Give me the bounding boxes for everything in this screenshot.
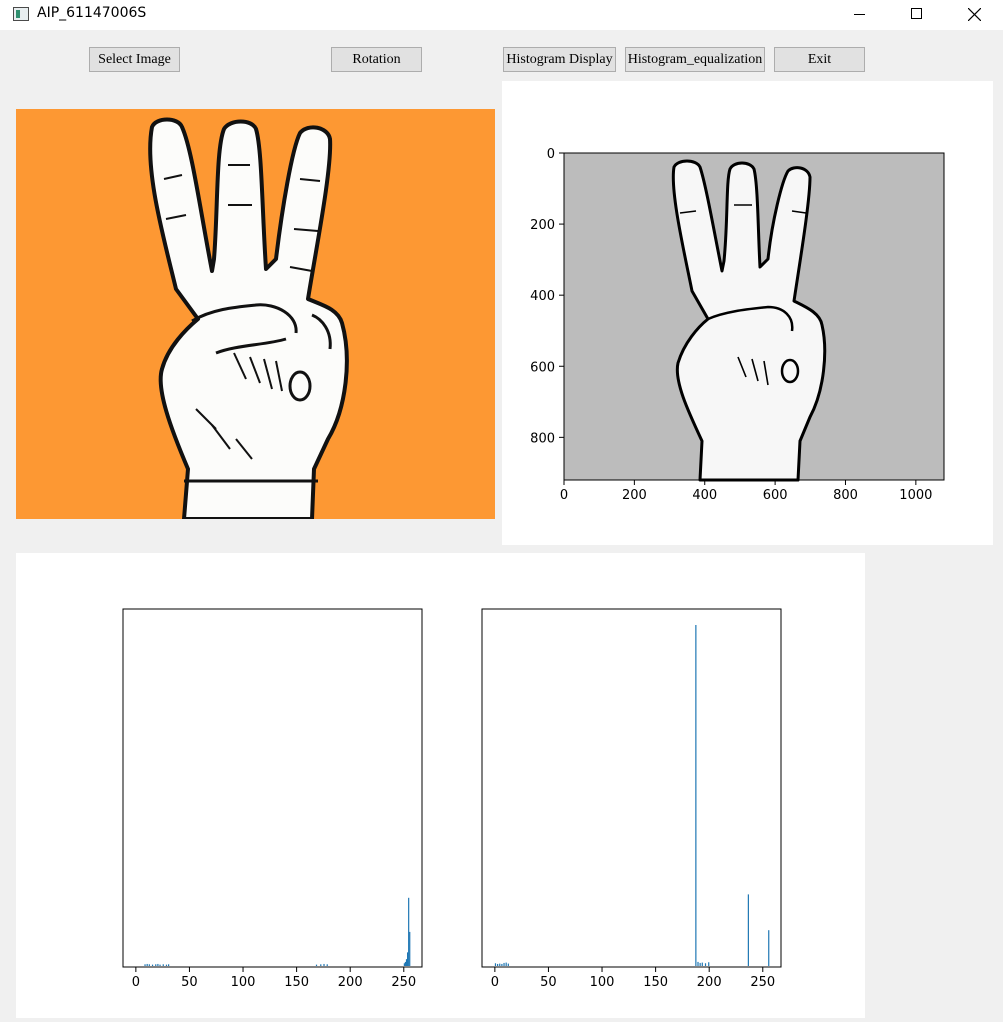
x-tick-label: 0: [132, 975, 140, 990]
histogram-bar: [501, 963, 503, 966]
x-tick-label: 600: [763, 488, 788, 503]
histogram-bar: [157, 963, 159, 966]
histogram-bar: [768, 930, 770, 966]
x-tick-label: 100: [231, 975, 256, 990]
histogram-display-button[interactable]: Histogram Display: [503, 47, 616, 72]
histogram-original-axes: [122, 608, 423, 968]
x-tick-label: 150: [284, 975, 309, 990]
hand-illustration: [16, 109, 495, 519]
histogram-bar: [499, 963, 501, 966]
histogram-bar: [704, 963, 707, 966]
original-image-view: [16, 109, 495, 519]
x-tick-label: 200: [622, 488, 647, 503]
histogram-bar: [505, 962, 507, 966]
exit-button[interactable]: Exit: [774, 47, 865, 72]
histogram-bar: [507, 963, 509, 966]
histogram-bar: [708, 962, 710, 966]
histogram-bar: [747, 894, 749, 966]
histogram-bar: [165, 964, 168, 966]
close-icon[interactable]: [945, 0, 1003, 30]
x-tick-label: 200: [338, 975, 363, 990]
histogram-bar: [497, 963, 499, 966]
histogram-bar: [697, 961, 699, 966]
histogram-bar: [701, 962, 703, 966]
y-tick-label: 800: [530, 431, 555, 446]
x-tick-label: 250: [391, 975, 416, 990]
processed-image: [563, 152, 945, 482]
x-tick-label: 400: [692, 488, 717, 503]
histogram-bar: [695, 625, 697, 966]
y-tick-label: 600: [530, 360, 555, 375]
histogram-bar: [403, 963, 405, 966]
histogram-bar: [146, 963, 148, 966]
app-icon: [13, 7, 29, 21]
window-title: AIP_61147006S: [37, 5, 147, 21]
histogram-panel: 0 50 100 150 200 250 0 50 100 150 200 250: [16, 553, 865, 1018]
x-tick-label: 0: [491, 975, 499, 990]
x-tick-label: 1000: [899, 488, 932, 503]
minimize-icon[interactable]: [829, 0, 887, 30]
select-image-button[interactable]: Select Image: [89, 47, 180, 72]
histogram-bar: [151, 964, 154, 966]
processed-image-panel: 0 200 400 600 800 1000 0 200 400 600 800: [502, 81, 993, 545]
histogram-bar: [320, 964, 322, 966]
y-tick-label: 0: [547, 147, 555, 162]
histogram-bar: [148, 964, 150, 966]
histogram-bar: [155, 964, 157, 966]
histogram-bar: [144, 964, 146, 966]
histogram-bar: [323, 963, 325, 966]
histogram-bar: [315, 964, 318, 966]
x-tick-label: 50: [181, 975, 198, 990]
histogram-bar: [159, 964, 161, 966]
x-tick-label: 800: [833, 488, 858, 503]
histogram-bar: [494, 963, 497, 966]
histogram-bar: [408, 897, 410, 966]
y-tick-label: 200: [530, 218, 555, 233]
histogram-bar: [409, 931, 411, 966]
histogram-bar: [405, 959, 408, 966]
histogram-bar: [404, 961, 407, 966]
x-tick-label: 0: [560, 488, 568, 503]
histogram-equalized-axes: [481, 608, 782, 968]
x-tick-label: 100: [590, 975, 615, 990]
x-tick-label: 200: [697, 975, 722, 990]
histogram-bar: [406, 952, 409, 966]
rotation-button[interactable]: Rotation: [331, 47, 422, 72]
histogram-bar: [503, 962, 505, 966]
histogram-equalization-button[interactable]: Histogram_equalization: [625, 47, 765, 72]
title-bar: AIP_61147006S: [0, 0, 1003, 30]
histogram-bar: [168, 964, 170, 966]
maximize-icon[interactable]: [887, 0, 945, 30]
histogram-bar: [326, 964, 328, 966]
x-tick-label: 50: [540, 975, 557, 990]
x-tick-label: 250: [750, 975, 775, 990]
histogram-bar: [162, 964, 164, 966]
y-tick-label: 400: [530, 289, 555, 304]
histogram-bar: [699, 962, 701, 966]
x-tick-label: 150: [643, 975, 668, 990]
